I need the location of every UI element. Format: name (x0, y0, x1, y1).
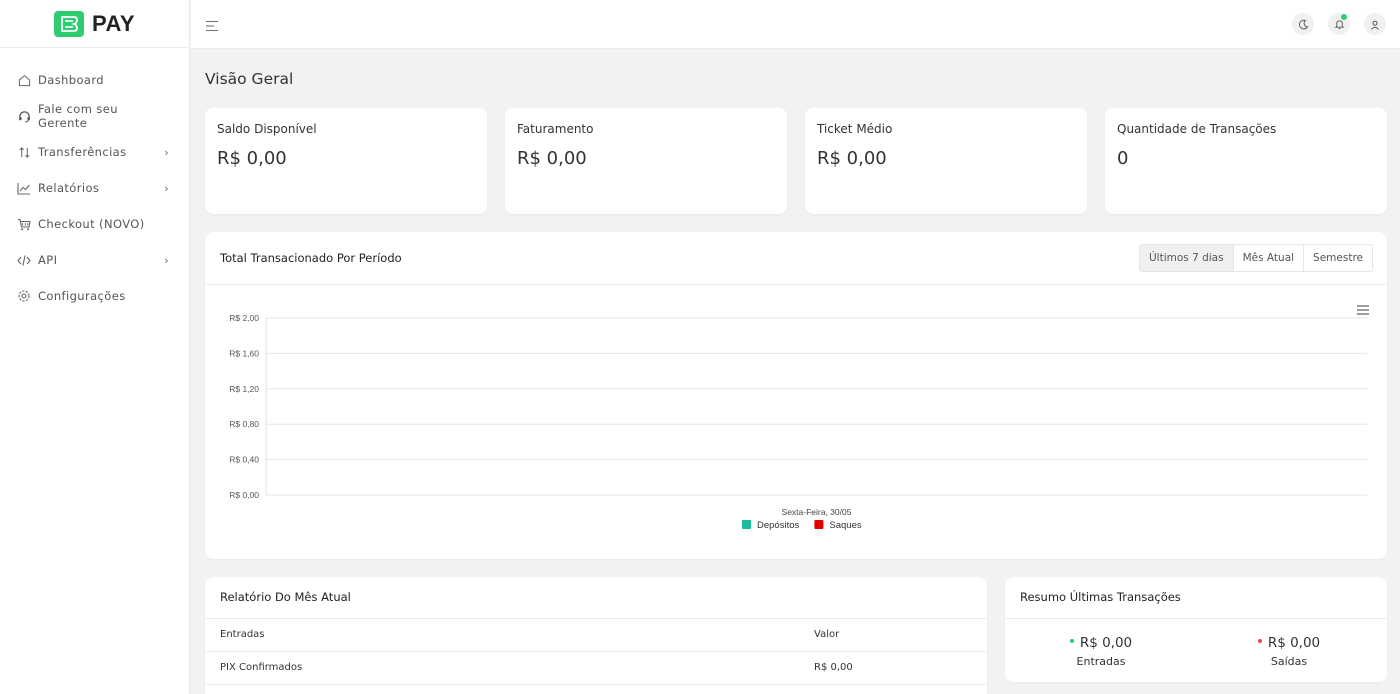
transfer-icon (17, 145, 31, 159)
headset-icon (17, 109, 31, 123)
sidebar-item-label: Fale com seu Gerente (38, 102, 118, 130)
chart-line-icon (17, 181, 31, 195)
brand[interactable]: PAY (0, 0, 189, 48)
red-dot-icon (1257, 639, 1262, 643)
legend-label: Depósitos (757, 520, 799, 531)
cart-icon (17, 217, 31, 231)
sidebar-item-label: Configurações (38, 289, 126, 303)
y-tick-label: R$ 0,00 (229, 490, 259, 500)
topbar-actions (1292, 13, 1386, 35)
gear-icon (17, 289, 31, 303)
y-tick-label: R$ 2,00 (229, 313, 259, 323)
sidebar-item-api[interactable]: API › (0, 242, 189, 278)
table-header: Entradas Valor (205, 618, 987, 652)
summary-card: Resumo Últimas Transações R$ 0,00 Entrad… (1005, 577, 1387, 682)
stat-value: R$ 0,00 (517, 148, 587, 169)
sidebar-item-checkout[interactable]: Checkout (NOVO) (0, 206, 189, 242)
home-icon (17, 73, 31, 87)
summary-entradas: R$ 0,00 Entradas (1041, 635, 1161, 668)
summary-divider (1005, 618, 1387, 619)
table-row: PIX Confirmados R$ 0,00 (205, 651, 987, 685)
menu-icon[interactable] (205, 17, 219, 32)
legend-label: Saques (829, 520, 861, 531)
stat-value: R$ 0,00 (817, 148, 887, 169)
chevron-right-icon: › (164, 145, 169, 159)
column-header-entradas: Entradas (220, 629, 265, 640)
green-dot-icon (1069, 639, 1074, 643)
sidebar-item-dashboard[interactable]: Dashboard (0, 62, 189, 98)
moon-icon (1298, 15, 1309, 34)
stat-label: Faturamento (517, 122, 594, 136)
notification-dot (1341, 14, 1347, 20)
report-card: Relatório Do Mês Atual Entradas Valor PI… (205, 577, 987, 694)
sidebar: PAY Dashboard Fale com seu Gerente Trans… (0, 0, 190, 694)
stat-card-faturamento: Faturamento R$ 0,00 (505, 108, 787, 214)
stat-label: Saldo Disponível (217, 122, 317, 136)
stat-label: Ticket Médio (817, 122, 893, 136)
chart-card: Total Transacionado Por Período Últimos … (205, 232, 1387, 559)
user-menu-button[interactable] (1364, 13, 1386, 35)
sidebar-item-label: Transferências (38, 145, 127, 159)
x-tick-label: Sexta-Feira, 30/05 (782, 507, 852, 517)
table-cell: PIX Confirmados (220, 662, 303, 673)
chart-plot: R$ 0,00 R$ 0,40 R$ 0,80 R$ 1,20 R$ 1,60 R$ 2,… (229, 313, 1367, 531)
column-header-valor: Valor (814, 629, 840, 640)
summary-value: R$ 0,00 (1079, 635, 1133, 651)
sidebar-item-label: Checkout (NOVO) (38, 217, 145, 231)
stat-card-ticket: Ticket Médio R$ 0,00 (805, 108, 1087, 214)
stat-card-quantidade: Quantidade de Transações 0 (1105, 108, 1387, 214)
sidebar-item-label: Dashboard (38, 73, 104, 87)
legend-swatch (814, 520, 824, 529)
summary-label: Saídas (1270, 655, 1308, 668)
y-tick-label: R$ 1,60 (229, 348, 259, 358)
topbar (191, 0, 1400, 49)
brand-name: PAY (91, 10, 136, 36)
stat-label: Quantidade de Transações (1117, 122, 1277, 136)
sidebar-item-label: Relatórios (38, 181, 100, 195)
brand-logo-icon (53, 10, 84, 37)
stat-value: R$ 0,00 (217, 148, 287, 169)
chevron-right-icon: › (164, 181, 169, 195)
y-tick-label: R$ 0,80 (229, 419, 259, 429)
sidebar-item-transferencias[interactable]: Transferências › (0, 134, 189, 170)
summary-title: Resumo Últimas Transações (1020, 590, 1181, 604)
legend-swatch (742, 520, 751, 529)
sidebar-item-gerente[interactable]: Fale com seu Gerente (0, 98, 189, 134)
code-icon (17, 253, 31, 267)
user-icon (1370, 15, 1380, 34)
chevron-right-icon: › (164, 253, 169, 267)
summary-label: Entradas (1076, 655, 1126, 668)
page-title: Visão Geral (205, 70, 294, 88)
y-tick-label: R$ 1,20 (229, 384, 259, 394)
sidebar-item-label: API (38, 253, 58, 267)
theme-toggle-button[interactable] (1292, 13, 1314, 35)
stat-value: 0 (1117, 148, 1129, 169)
stat-card-saldo: Saldo Disponível R$ 0,00 (205, 108, 487, 214)
summary-saidas: R$ 0,00 Saídas (1229, 635, 1349, 668)
table-cell: R$ 0,00 (814, 662, 853, 673)
sidebar-item-configuracoes[interactable]: Configurações (0, 278, 189, 314)
y-tick-label: R$ 0,40 (229, 455, 259, 465)
sidebar-nav: Dashboard Fale com seu Gerente Transferê… (0, 48, 189, 314)
sidebar-item-relatorios[interactable]: Relatórios › (0, 170, 189, 206)
summary-value: R$ 0,00 (1267, 635, 1321, 651)
report-title: Relatório Do Mês Atual (220, 590, 351, 604)
notifications-button[interactable] (1328, 13, 1350, 35)
table-row-divider (205, 684, 987, 694)
